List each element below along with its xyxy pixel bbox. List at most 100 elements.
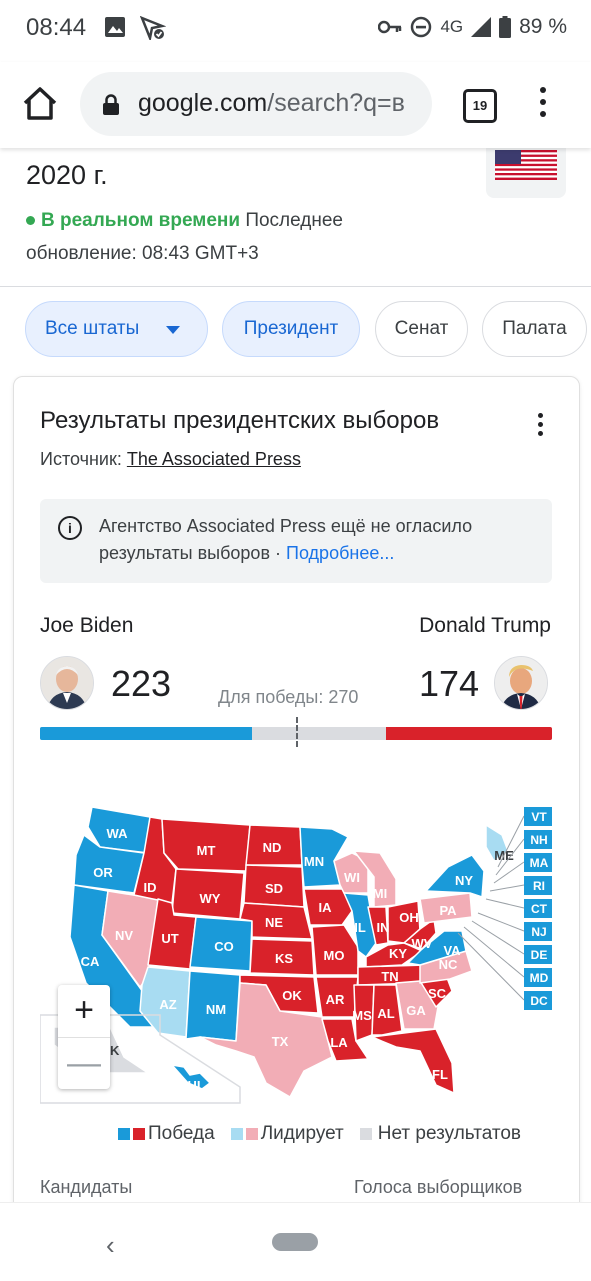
state-label-KS: KS bbox=[275, 951, 293, 966]
win-threshold-marker bbox=[296, 717, 298, 747]
key-icon bbox=[378, 20, 402, 34]
live-dot bbox=[26, 216, 35, 226]
network-type: 4G bbox=[440, 17, 464, 36]
us-flag-icon bbox=[495, 150, 557, 180]
state-box-label-VT: VT bbox=[531, 810, 547, 824]
callout-line-DE bbox=[471, 920, 525, 955]
state-label-FL: FL bbox=[432, 1067, 448, 1082]
page-content: 2020 г. В реальном времени Последнее обн… bbox=[0, 148, 591, 1202]
state-box-label-CT: CT bbox=[531, 902, 548, 916]
state-FL[interactable] bbox=[371, 1028, 455, 1094]
candidate-left-votes: 223 bbox=[111, 663, 172, 704]
state-label-LA: LA bbox=[330, 1035, 348, 1050]
state-label-IL: IL bbox=[354, 920, 366, 935]
source-prefix: Источник: bbox=[40, 449, 127, 469]
state-label-NY: NY bbox=[455, 873, 473, 888]
browser-menu-icon[interactable] bbox=[538, 87, 548, 123]
card-title: Результаты президентских выборов bbox=[40, 407, 440, 434]
us-flag-thumbnail[interactable] bbox=[486, 148, 566, 198]
url-path: /search?q=в bbox=[267, 89, 405, 117]
state-label-AZ: AZ bbox=[159, 997, 176, 1012]
state-label-SC: SC bbox=[428, 986, 447, 1001]
state-label-NM: NM bbox=[206, 1002, 226, 1017]
dropdown-arrow-icon bbox=[166, 326, 180, 334]
callout-line-RI bbox=[489, 884, 525, 892]
tab-switcher-button[interactable]: 19 bbox=[463, 89, 497, 123]
battery-level: 89 % bbox=[519, 15, 567, 38]
url-host: google.com bbox=[138, 89, 268, 117]
state-label-NC: NC bbox=[439, 957, 458, 972]
state-label-MS: MS bbox=[352, 1008, 372, 1023]
election-results-card: Результаты президентских выборов Источни… bbox=[13, 376, 580, 1202]
state-box-label-DC: DC bbox=[530, 994, 548, 1008]
battery-icon bbox=[499, 16, 512, 38]
lock-icon bbox=[103, 94, 119, 115]
nav-back-button[interactable]: ‹ bbox=[106, 1230, 115, 1261]
map-legend: Победа Лидирует Нет результатов bbox=[118, 1123, 521, 1145]
source-link[interactable]: The Associated Press bbox=[127, 449, 301, 469]
senate-chip[interactable]: Сенат bbox=[375, 301, 468, 357]
state-label-UT: UT bbox=[161, 931, 178, 946]
state-label-MN: MN bbox=[304, 854, 324, 869]
trump-vote-fill bbox=[386, 727, 552, 740]
state-box-label-DE: DE bbox=[531, 948, 548, 962]
notice-more-link[interactable]: Подробнее... bbox=[286, 543, 394, 563]
zoom-in-button[interactable]: + bbox=[58, 985, 110, 1037]
trump-avatar bbox=[494, 656, 548, 710]
state-label-SD: SD bbox=[265, 881, 283, 896]
home-icon[interactable] bbox=[20, 84, 60, 124]
ap-notice: i Агентство Associated Press ещё не огла… bbox=[40, 499, 552, 583]
state-label-KY: KY bbox=[389, 946, 407, 961]
state-label-MI: MI bbox=[373, 886, 387, 901]
state-label-GA: GA bbox=[406, 1003, 426, 1018]
send-check-icon bbox=[140, 16, 166, 40]
candidate-right-name: Donald Trump bbox=[419, 614, 551, 637]
state-box-label-MA: MA bbox=[530, 856, 549, 870]
us-election-map[interactable]: WA OR CA NV ID MT WY UT AZ CO NM ND SD NE KS OK TX MN IA MO… bbox=[39, 795, 554, 1105]
info-icon: i bbox=[58, 516, 82, 540]
state-box-label-RI: RI bbox=[533, 879, 545, 893]
state-label-ND: ND bbox=[263, 840, 282, 855]
state-label-VA: VA bbox=[443, 943, 461, 958]
state-label-WV: WV bbox=[412, 936, 433, 951]
president-chip[interactable]: Президент bbox=[222, 301, 360, 357]
state-label-TX: TX bbox=[272, 1034, 289, 1049]
states-dropdown-chip[interactable]: Все штаты bbox=[25, 301, 208, 357]
state-label-OH: OH bbox=[399, 910, 419, 925]
card-menu-icon[interactable] bbox=[538, 413, 544, 440]
map-zoom-control: + — bbox=[58, 985, 110, 1089]
state-label-WI: WI bbox=[344, 870, 360, 885]
state-label-AL: AL bbox=[377, 1006, 394, 1021]
state-box-label-MD: MD bbox=[530, 971, 549, 985]
state-label-IN: IN bbox=[377, 920, 390, 935]
state-label-CO: CO bbox=[214, 939, 234, 954]
dem-lead-swatch bbox=[230, 1128, 243, 1140]
state-label-ID: ID bbox=[144, 880, 157, 895]
state-label-CA: CA bbox=[81, 954, 100, 969]
state-label-NE: NE bbox=[265, 915, 283, 930]
do-not-disturb-icon bbox=[411, 16, 432, 38]
rep-lead-swatch bbox=[245, 1128, 258, 1140]
callout-line-CT bbox=[485, 898, 525, 909]
legend-win: Победа bbox=[148, 1123, 215, 1144]
candidate-left-name: Joe Biden bbox=[40, 614, 134, 637]
zoom-out-button[interactable]: — bbox=[58, 1037, 110, 1090]
state-label-OR: OR bbox=[93, 865, 113, 880]
gallery-icon bbox=[105, 17, 125, 37]
col-electoral-votes: Голоса выборщиков bbox=[354, 1177, 523, 1197]
state-label-TN: TN bbox=[381, 969, 398, 984]
house-chip[interactable]: Палата bbox=[482, 301, 587, 357]
col-candidates: Кандидаты bbox=[40, 1177, 133, 1197]
address-bar[interactable]: google.com/search?q=в bbox=[80, 72, 432, 136]
candidate-right-votes: 174 bbox=[419, 663, 480, 704]
state-box-label-NH: NH bbox=[530, 833, 547, 847]
state-label-MO: MO bbox=[324, 948, 345, 963]
legend-lead: Лидирует bbox=[260, 1123, 344, 1144]
legend-no-result: Нет результатов bbox=[377, 1123, 521, 1144]
nav-home-pill[interactable] bbox=[272, 1233, 318, 1251]
biden-avatar bbox=[40, 656, 94, 710]
states-chip-label: Все штаты bbox=[45, 318, 140, 339]
biden-vote-fill bbox=[40, 727, 253, 740]
live-label: В реальном времени bbox=[41, 210, 241, 231]
state-label-AR: AR bbox=[326, 992, 345, 1007]
